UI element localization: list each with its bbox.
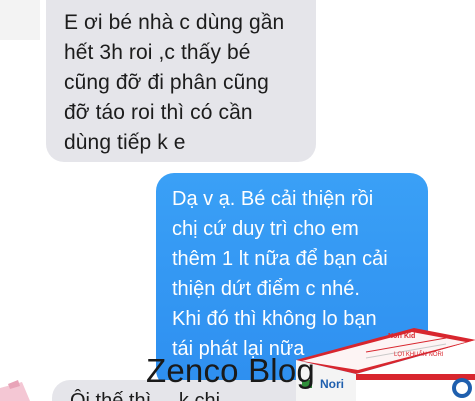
product-name-text: Nori [320,377,344,391]
message-line: Dạ v ạ. Bé cải thiện rồi [172,188,374,210]
message-line: thiện dứt điểm c nhé. [172,278,360,300]
message-line: E ơi bé nhà c dùng gần [64,11,285,34]
product-brand-text: Nori Kid [388,333,415,340]
message-line: đỡ táo roi thì có cần [64,101,253,124]
chat-screen: E ơi bé nhà c dùng gần hết 3h roi ,c thấ… [0,0,475,401]
watermark-text: Zenco Blog [146,352,315,389]
product-box-image: Nori Kid LỢI KHUẨN NORI Nori [296,318,475,401]
message-line: cũng đỡ đi phân cũng [64,71,269,94]
message-line: Ôi thế thì ... k chị [70,390,221,401]
message-line: dùng tiếp k e [64,131,186,154]
incoming-message-bubble[interactable]: E ơi bé nhà c dùng gần hết 3h roi ,c thấ… [46,0,316,162]
message-line: chị cứ duy trì cho em [172,218,359,240]
message-line: hết 3h roi ,c thấy bé [64,41,251,64]
background-tint [0,0,40,40]
product-label-text: LỢI KHUẨN NORI [394,351,444,358]
message-line: thêm 1 lt nữa để bạn cải [172,248,388,270]
pink-decoration [0,380,30,401]
